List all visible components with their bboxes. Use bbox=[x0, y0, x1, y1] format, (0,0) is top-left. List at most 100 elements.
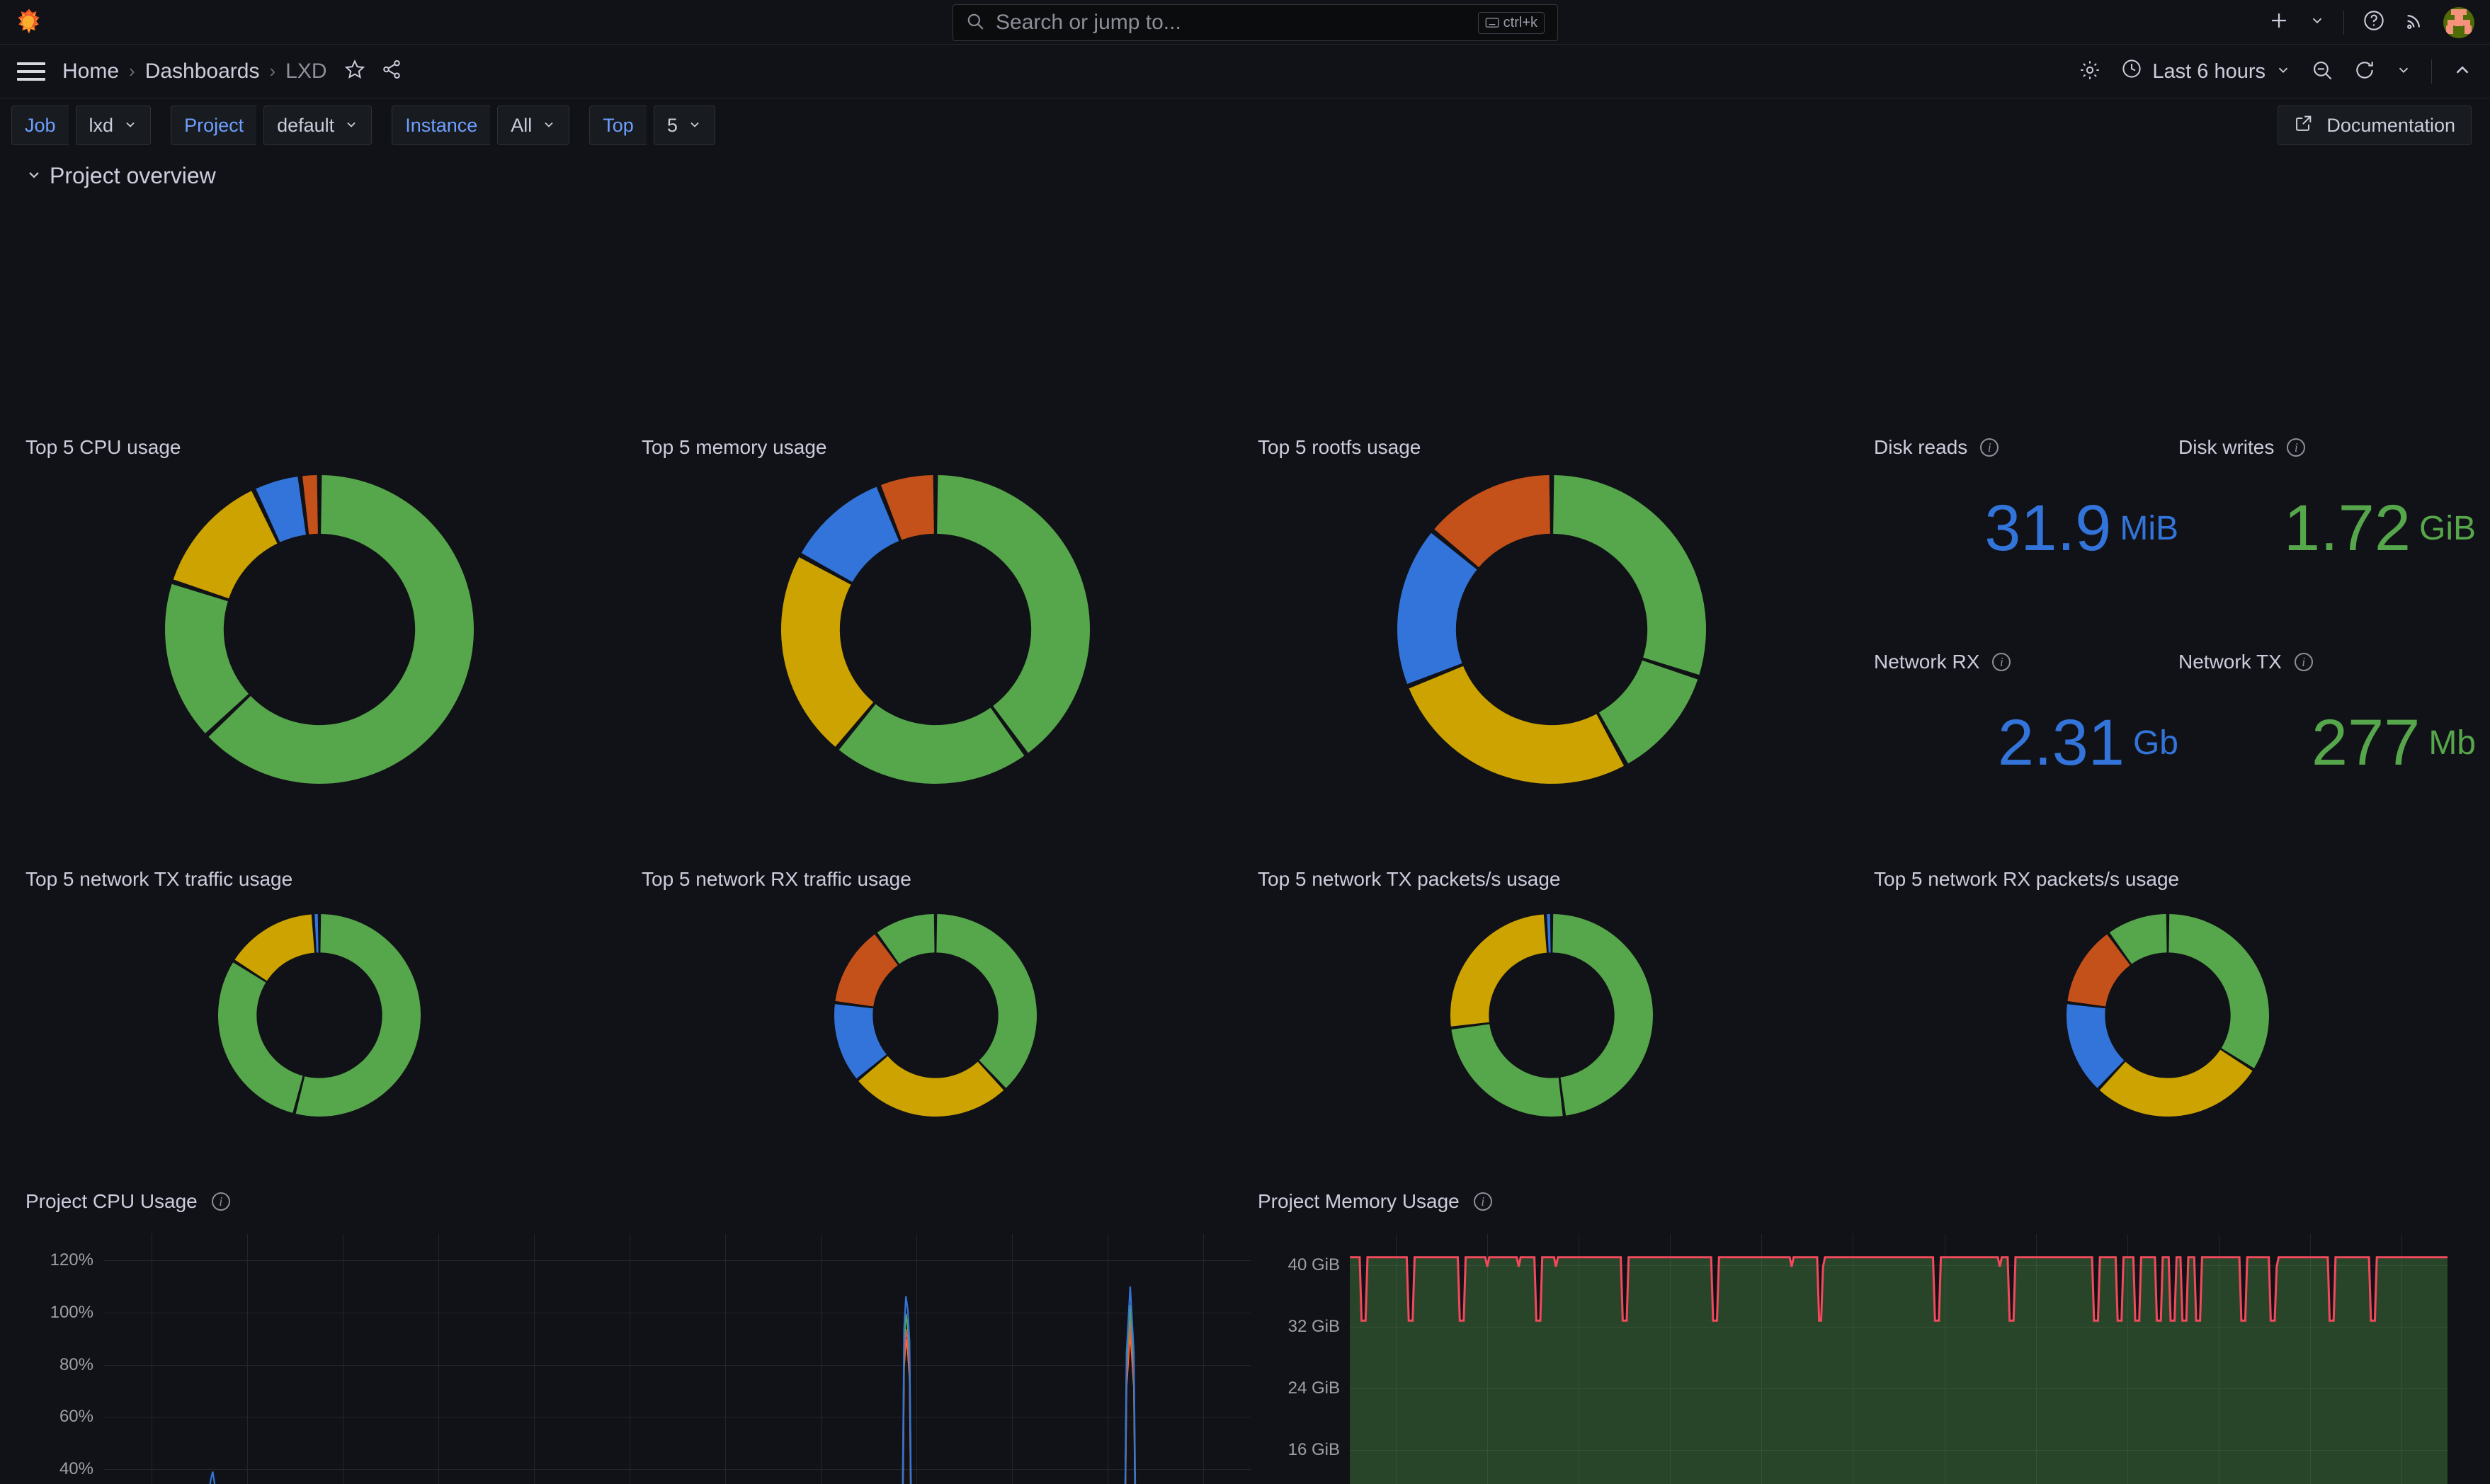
gear-icon[interactable] bbox=[2079, 59, 2101, 85]
chevron-down-icon bbox=[344, 115, 358, 137]
donut-slice[interactable] bbox=[174, 491, 278, 598]
info-icon[interactable]: i bbox=[2295, 653, 2313, 671]
stat-number: 1.72 bbox=[2284, 496, 2411, 561]
donut-slice[interactable] bbox=[296, 914, 421, 1117]
documentation-button[interactable]: Documentation bbox=[2278, 105, 2472, 145]
panel-title: Project CPU Usage i bbox=[25, 1190, 1229, 1213]
grafana-logo-icon[interactable] bbox=[13, 6, 45, 38]
panel-title-text: Project CPU Usage bbox=[25, 1190, 198, 1213]
series-line bbox=[103, 1320, 1251, 1484]
donut-chart-cpu[interactable] bbox=[25, 464, 613, 797]
documentation-button-label: Documentation bbox=[2326, 115, 2455, 137]
info-icon[interactable]: i bbox=[2287, 438, 2305, 457]
add-button[interactable] bbox=[2267, 8, 2291, 36]
stat-unit: GiB bbox=[2419, 509, 2476, 548]
stat-value-network-tx: 277 Mb bbox=[2178, 679, 2476, 806]
memory-series-canvas bbox=[1350, 1234, 2448, 1484]
row-collapse-caret-icon bbox=[25, 163, 42, 189]
variable-instance: Instance All bbox=[392, 105, 569, 145]
row-header-project-overview[interactable]: Project overview bbox=[0, 152, 2490, 192]
hamburger-menu-icon[interactable] bbox=[17, 62, 45, 81]
variable-instance-select[interactable]: All bbox=[497, 105, 569, 145]
donut-chart-memory[interactable] bbox=[642, 464, 1229, 797]
donut-slice[interactable] bbox=[1450, 914, 1547, 1026]
donut-slice[interactable] bbox=[1552, 914, 1653, 1116]
breadcrumb-item-dashboards[interactable]: Dashboards bbox=[145, 59, 260, 84]
donut-slice[interactable] bbox=[1397, 532, 1477, 683]
variable-project-select[interactable]: default bbox=[263, 105, 372, 145]
external-link-icon bbox=[2294, 113, 2314, 138]
donut-chart-network-tx-traffic[interactable] bbox=[25, 896, 613, 1137]
info-icon[interactable]: i bbox=[212, 1192, 230, 1211]
series-line bbox=[103, 1331, 1251, 1484]
donut-slice[interactable] bbox=[302, 475, 318, 535]
y-axis-tick-label: 40% bbox=[59, 1459, 93, 1479]
donut-slice[interactable] bbox=[936, 914, 1037, 1088]
panel-title-text: Disk reads bbox=[1874, 436, 1967, 459]
donut-slice[interactable] bbox=[314, 914, 318, 952]
row-title: Project overview bbox=[50, 163, 216, 189]
donut-slice[interactable] bbox=[1451, 1024, 1562, 1117]
stat-value-disk-writes: 1.72 GiB bbox=[2178, 464, 2476, 592]
chevron-down-icon bbox=[688, 115, 702, 137]
rss-icon[interactable] bbox=[2404, 10, 2425, 35]
search-input[interactable]: Search or jump to... ctrl+k bbox=[953, 4, 1558, 41]
variable-top-select[interactable]: 5 bbox=[654, 105, 715, 145]
variable-project-label: Project bbox=[171, 105, 256, 145]
breadcrumb-separator: › bbox=[129, 60, 135, 82]
refresh-interval-caret-icon[interactable] bbox=[2396, 62, 2411, 81]
donut-slice[interactable] bbox=[937, 475, 1090, 753]
donut-slice[interactable] bbox=[1409, 666, 1624, 783]
share-nodes-icon[interactable] bbox=[381, 59, 402, 84]
donut-slice[interactable] bbox=[781, 556, 873, 746]
star-icon[interactable] bbox=[344, 59, 365, 84]
panel-project-cpu-usage: Project CPU Usage i 0%20%40%60%80%100%12… bbox=[25, 1190, 1229, 1484]
breadcrumb-item-home[interactable]: Home bbox=[62, 59, 119, 84]
donut-slice[interactable] bbox=[1547, 914, 1550, 952]
breadcrumb-item-lxd: LXD bbox=[285, 59, 326, 84]
donut-slice[interactable] bbox=[858, 1056, 1004, 1116]
zoom-out-icon[interactable] bbox=[2311, 59, 2333, 85]
y-axis-tick-label: 16 GiB bbox=[1288, 1440, 1340, 1460]
donut-chart-network-tx-packets[interactable] bbox=[1258, 896, 1846, 1137]
panel-top5-memory-usage: Top 5 memory usage bbox=[642, 436, 1229, 811]
donut-chart-network-rx-traffic[interactable] bbox=[642, 896, 1229, 1137]
panel-top5-cpu-usage: Top 5 CPU usage bbox=[25, 436, 613, 811]
panel-title-text: Disk writes bbox=[2178, 436, 2274, 459]
chevron-up-icon[interactable] bbox=[2452, 59, 2473, 84]
donut-slice[interactable] bbox=[1553, 475, 1706, 675]
help-circle-icon[interactable] bbox=[2363, 9, 2385, 35]
memory-usage-plot[interactable]: 0 B8 GiB16 GiB24 GiB32 GiB40 GiB11:3012:… bbox=[1350, 1234, 2448, 1484]
variable-job-select[interactable]: lxd bbox=[76, 105, 152, 145]
time-range-picker[interactable]: Last 6 hours bbox=[2121, 58, 2291, 85]
info-icon[interactable]: i bbox=[1474, 1192, 1492, 1211]
add-caret-icon[interactable] bbox=[2309, 13, 2325, 32]
donut-slice[interactable] bbox=[839, 704, 1025, 784]
breadcrumb-separator: › bbox=[269, 60, 275, 82]
refresh-icon[interactable] bbox=[2353, 59, 2376, 85]
donut-chart-rootfs[interactable] bbox=[1258, 464, 1846, 797]
topbar-actions bbox=[2267, 0, 2474, 45]
info-icon[interactable]: i bbox=[1980, 438, 1999, 457]
y-axis-tick-label: 100% bbox=[50, 1303, 93, 1323]
time-range-label: Last 6 hours bbox=[2152, 60, 2266, 84]
variable-job-label: Job bbox=[11, 105, 69, 145]
y-axis-tick-label: 24 GiB bbox=[1288, 1379, 1340, 1398]
panel-title-text: Network RX bbox=[1874, 651, 1979, 673]
panel-top5-network-tx-packets: Top 5 network TX packets/s usage bbox=[1258, 868, 1846, 1151]
y-axis-tick-label: 120% bbox=[50, 1250, 93, 1270]
panel-title-text: Network TX bbox=[2178, 651, 2282, 673]
cpu-series-canvas bbox=[103, 1234, 1251, 1484]
donut-chart-network-rx-packets[interactable] bbox=[1874, 896, 2462, 1137]
donut-slice[interactable] bbox=[218, 962, 303, 1113]
avatar[interactable] bbox=[2443, 7, 2474, 38]
panel-title: Network RX i bbox=[1874, 651, 2178, 673]
panel-title: Network TX i bbox=[2178, 651, 2476, 673]
variable-project-value: default bbox=[277, 115, 334, 137]
stat-unit: MiB bbox=[2120, 509, 2178, 548]
info-icon[interactable]: i bbox=[1992, 653, 2011, 671]
variable-top-value: 5 bbox=[667, 115, 678, 137]
donut-slice[interactable] bbox=[2168, 914, 2269, 1068]
search-shortcut-text: ctrl+k bbox=[1503, 15, 1537, 31]
cpu-usage-plot[interactable]: 0%20%40%60%80%100%120%11:3012:0012:3013:… bbox=[103, 1234, 1251, 1484]
